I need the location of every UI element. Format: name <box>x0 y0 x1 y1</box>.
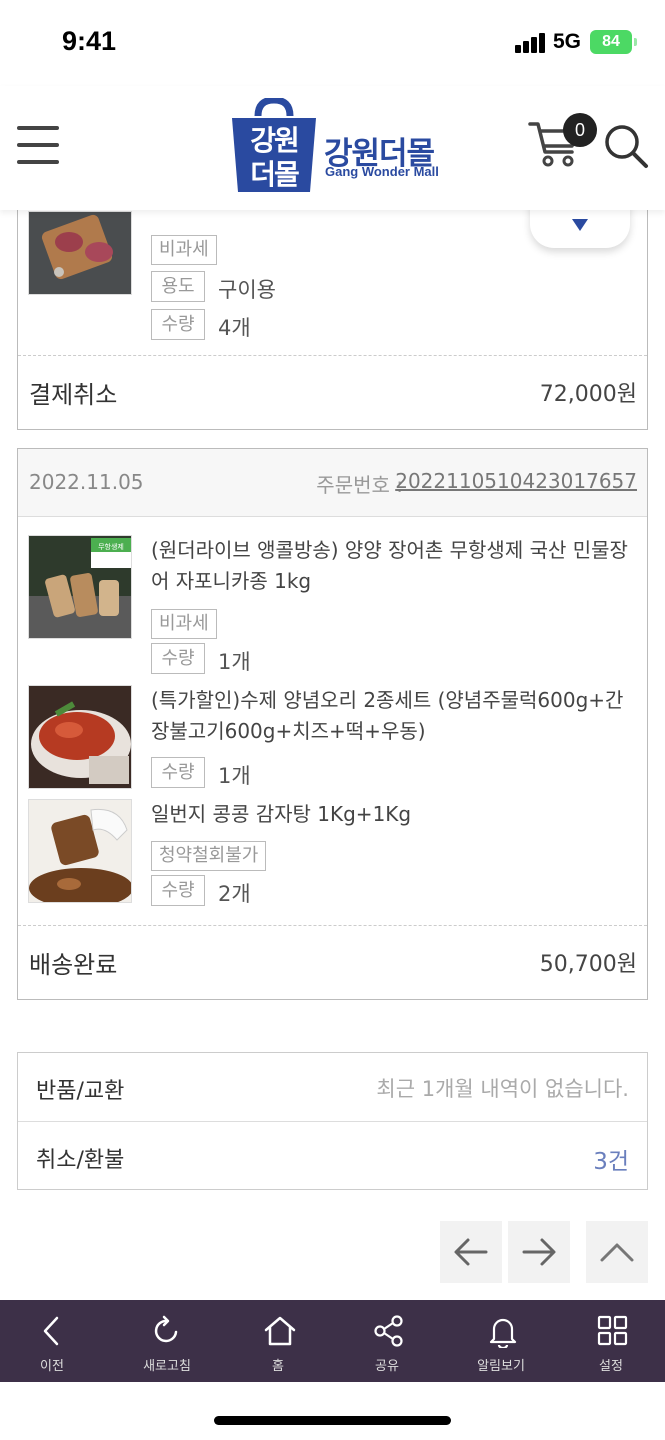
toolbar-alerts-button[interactable]: 알림보기 <box>456 1300 546 1382</box>
cancels-count[interactable]: 3건 <box>593 1142 629 1176</box>
quantity-value: 2개 <box>218 882 251 906</box>
grid-icon <box>597 1315 628 1346</box>
chevron-up-icon <box>600 1243 634 1262</box>
toolbar-back-label: 이전 <box>40 1359 64 1374</box>
order-footer: 배송완료 50,700원 <box>18 925 647 999</box>
returns-row[interactable]: 반품/교환 최근 1개월 내역이 없습니다. <box>18 1053 647 1121</box>
logo-english-text: Gang Wonder Mall <box>325 164 439 179</box>
toolbar-share-button[interactable]: 공유 <box>342 1300 432 1382</box>
search-icon[interactable] <box>602 122 650 170</box>
order-total: 72,000원 <box>539 382 637 407</box>
product-thumbnail[interactable] <box>28 685 132 789</box>
browser-toolbar: 이전 새로고침 홈 공유 알림보기 설정 <box>0 1300 665 1382</box>
no-withdrawal-tag: 청약철회불가 <box>151 841 267 871</box>
product-title[interactable]: (특가할인)수제 양념오리 2종세트 (양념주물럭600g+간장불고기600g+… <box>151 685 638 747</box>
order-card: 2022.11.05 주문번호 : 2022110510423017657 무항… <box>17 448 648 1000</box>
bell-icon <box>489 1318 517 1348</box>
order-status: 결제취소 <box>29 381 118 409</box>
toolbar-share-label: 공유 <box>375 1359 399 1374</box>
scroll-top-button[interactable] <box>586 1221 648 1283</box>
status-time: 9:41 <box>62 26 117 56</box>
cancels-label: 취소/환불 <box>36 1148 125 1173</box>
toolbar-settings-button[interactable]: 설정 <box>566 1300 656 1382</box>
svg-text:강원: 강원 <box>250 124 298 157</box>
toolbar-refresh-label: 새로고침 <box>143 1359 191 1374</box>
order-number-label: 주문번호 : <box>316 473 403 497</box>
claims-summary: 반품/교환 최근 1개월 내역이 없습니다. 취소/환불 3건 <box>17 1052 648 1190</box>
page-back-button[interactable] <box>440 1221 502 1283</box>
home-indicator[interactable] <box>214 1416 451 1425</box>
thumb-badge: 무항생제 <box>98 542 124 551</box>
arrow-left-icon <box>454 1238 488 1266</box>
quantity-value: 1개 <box>218 650 251 674</box>
quantity-label: 수량 <box>151 757 205 788</box>
toolbar-refresh-button[interactable]: 새로고침 <box>122 1300 212 1382</box>
quantity-label: 수량 <box>151 875 205 906</box>
quantity-label: 수량 <box>151 309 205 340</box>
toolbar-back-button[interactable]: 이전 <box>7 1300 97 1382</box>
status-bar: 9:41 5G 84 <box>0 0 665 86</box>
product-thumbnail[interactable]: 무항생제 <box>28 535 132 639</box>
quantity-value: 1개 <box>218 764 251 788</box>
returns-label: 반품/교환 <box>36 1079 125 1104</box>
product-title[interactable]: 일번지 콩콩 감자탕 1Kg+1Kg <box>151 799 638 830</box>
toolbar-alerts-label: 알림보기 <box>477 1359 525 1374</box>
product-thumbnail[interactable] <box>28 799 132 903</box>
toolbar-home-button[interactable]: 홈 <box>233 1300 323 1382</box>
share-icon <box>374 1315 403 1347</box>
page-forward-button[interactable] <box>508 1221 570 1283</box>
order-number-link[interactable]: 2022110510423017657 <box>395 469 637 493</box>
quantity-value: 4개 <box>218 316 251 340</box>
product-thumbnail[interactable] <box>28 211 132 295</box>
order-date: 2022.11.05 <box>29 470 144 494</box>
brand-logo[interactable]: 강원 더몰 강원더몰 Gang Wonder Mall <box>228 98 448 196</box>
battery-icon: 84 <box>590 30 637 54</box>
order-footer: 결제취소 72,000원 <box>18 355 647 429</box>
refresh-icon <box>154 1315 178 1343</box>
signal-icon <box>515 33 547 53</box>
cancels-row[interactable]: 취소/환불 3건 <box>18 1121 647 1189</box>
menu-icon[interactable] <box>17 126 59 164</box>
svg-text:더몰: 더몰 <box>250 158 299 191</box>
cart-count-badge[interactable]: 0 <box>563 113 597 147</box>
battery-level: 84 <box>602 33 620 50</box>
triangle-down-icon <box>572 219 588 231</box>
arrow-right-icon <box>522 1238 556 1266</box>
use-value: 구이용 <box>218 278 276 302</box>
chevron-left-icon <box>43 1316 59 1346</box>
logo-mark: 강원 더몰 <box>232 98 316 192</box>
toolbar-settings-label: 설정 <box>599 1359 623 1374</box>
tax-tag: 비과세 <box>151 235 217 265</box>
order-total: 50,700원 <box>539 952 637 977</box>
order-status: 배송완료 <box>29 951 118 979</box>
toolbar-home-label: 홈 <box>272 1359 284 1374</box>
product-title[interactable]: (원더라이브 앵콜방송) 양양 장어촌 무항생제 국산 민물장어 자포니카종 1… <box>151 535 638 597</box>
tax-tag: 비과세 <box>151 609 217 639</box>
home-icon <box>264 1316 296 1346</box>
app-header: 강원 더몰 강원더몰 Gang Wonder Mall 0 <box>0 86 665 210</box>
returns-value: 최근 1개월 내역이 없습니다. <box>376 1077 629 1101</box>
order-header: 2022.11.05 주문번호 : 2022110510423017657 <box>18 449 647 517</box>
use-label: 용도 <box>151 271 205 302</box>
network-type: 5G <box>553 30 582 53</box>
quantity-label: 수량 <box>151 643 205 674</box>
